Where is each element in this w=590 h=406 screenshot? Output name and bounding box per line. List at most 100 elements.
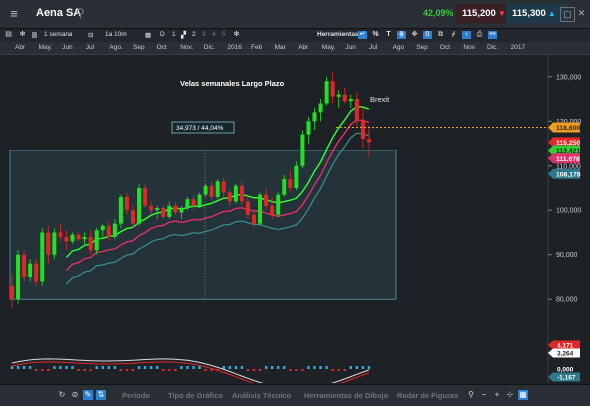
- percent-icon[interactable]: %: [371, 31, 380, 39]
- tab-analisis-tecnico[interactable]: Análisis Técnico: [232, 391, 291, 400]
- histogram-bar: [77, 369, 80, 371]
- clone-icon[interactable]: ⧉: [436, 31, 445, 39]
- settings-icon[interactable]: ✻: [232, 31, 241, 39]
- candle: [197, 192, 202, 209]
- indicator-tag-3: 0,000: [548, 364, 580, 374]
- chart-number-4[interactable]: 4: [212, 31, 216, 38]
- search-icon[interactable]: ⚲: [76, 6, 85, 20]
- histogram-bar: [246, 369, 250, 371]
- fit-icon[interactable]: ⊹: [505, 390, 515, 400]
- tab-tipo-grafico[interactable]: Tipo de Gráfico: [168, 391, 223, 400]
- indicator-tag-4: -1,167: [548, 372, 580, 382]
- bottom-bar: ↻ ⊘ ✎ ⇅ Período Tipo de Gráfico Análisis…: [0, 384, 590, 406]
- indicator-panel[interactable]: 4,1713,264 0,000-1,167: [0, 331, 590, 383]
- chart-number-5[interactable]: 5: [222, 31, 226, 38]
- histogram-bar: [301, 369, 304, 371]
- lock-icon[interactable]: ⊟: [88, 31, 93, 39]
- layout-icon[interactable]: ▤: [4, 31, 13, 39]
- indicator-tag-2: 3,264: [548, 348, 580, 358]
- print-icon[interactable]: ⎙: [475, 31, 484, 39]
- gear-icon[interactable]: ✻: [18, 31, 27, 39]
- calendar-icon[interactable]: ▦: [145, 31, 151, 39]
- indicator-tag-1: 4,171: [548, 340, 580, 350]
- histogram-bar: [325, 366, 328, 369]
- month-label: Abr: [15, 44, 26, 51]
- calendar-icon[interactable]: ▦: [518, 390, 528, 400]
- period-selector[interactable]: 1 semana: [44, 31, 73, 38]
- svg-text:108,178: 108,178: [556, 171, 581, 178]
- text-icon[interactable]: T: [384, 31, 393, 39]
- zoom-icon[interactable]: ⚲: [466, 390, 476, 400]
- month-label: 2016: [227, 44, 242, 51]
- buy-price: 115,300: [512, 8, 546, 19]
- chart-number-1[interactable]: 1: [172, 31, 176, 38]
- tab-herramientas-dibujo[interactable]: Herramientas de Dibujo: [304, 391, 388, 400]
- month-label: Oct: [156, 44, 167, 51]
- zero-icon[interactable]: 0: [423, 31, 432, 39]
- histogram-bar: [258, 369, 262, 371]
- histogram-bar: [83, 369, 86, 371]
- candle: [276, 192, 281, 217]
- histogram-bar: [283, 366, 286, 369]
- refresh-icon[interactable]: ↻: [57, 390, 67, 400]
- grid-icon[interactable]: ⋕: [397, 31, 406, 39]
- link-icon[interactable]: ‹: [462, 31, 471, 39]
- candle-type[interactable]: D: [160, 31, 165, 38]
- pencil-icon[interactable]: ✎: [83, 390, 93, 400]
- chart-number-2[interactable]: 2: [192, 31, 196, 38]
- measure-label: 34,973 / 44,04%: [176, 125, 224, 132]
- draw-icon[interactable]: ᚋ: [449, 31, 458, 39]
- tab-periodo[interactable]: Período: [122, 391, 150, 400]
- chart-layout-icon[interactable]: ▞: [181, 31, 186, 39]
- histogram-bar: [143, 366, 147, 369]
- candle: [300, 130, 305, 168]
- tools-label[interactable]: Herramientas: [317, 31, 359, 38]
- histogram-bar: [174, 369, 177, 371]
- sell-price: 115,200: [462, 8, 496, 19]
- histogram-bar: [95, 366, 98, 369]
- svg-text:3,264: 3,264: [557, 350, 574, 357]
- undo-icon[interactable]: ↵: [358, 31, 367, 39]
- histogram-bar: [162, 369, 165, 371]
- month-label: Nov: [463, 44, 475, 51]
- histogram-bar: [113, 366, 117, 369]
- histogram-bar: [313, 366, 316, 369]
- month-label: Sep: [416, 44, 428, 51]
- swap-icon[interactable]: ⇅: [96, 390, 106, 400]
- month-label: Feb: [251, 44, 263, 51]
- histogram-bar: [361, 366, 365, 369]
- histogram-bar: [101, 366, 104, 369]
- histogram-bar: [53, 366, 56, 369]
- histogram-bar: [156, 366, 159, 369]
- month-label: Abr: [298, 44, 309, 51]
- chart-toolbar: ▤ ✻ 1 semana ⊟ 1a 10m ▦ D 1 ▞ 2 3 4 5 ✻ …: [0, 29, 590, 42]
- buy-price-button[interactable]: 115,300 ▲: [506, 4, 568, 23]
- crosshair-icon[interactable]: ✥: [410, 31, 419, 39]
- change-percent: 42,09%: [423, 8, 454, 18]
- tab-radar-figuras[interactable]: Radar de Figuras: [397, 391, 458, 400]
- minus-icon[interactable]: −: [479, 390, 489, 400]
- calendar-small-icon: [32, 32, 37, 38]
- histogram-bar: [240, 366, 244, 369]
- plus-icon[interactable]: +: [492, 390, 502, 400]
- hamburger-icon[interactable]: ≡: [7, 7, 21, 21]
- histogram-bar: [180, 366, 183, 369]
- histogram-bar: [35, 369, 38, 371]
- range-selector[interactable]: 1a 10m: [105, 31, 127, 38]
- price-chart[interactable]: 130,000120,000110,000100,00090,00080,000…: [0, 55, 590, 330]
- chart-number-3[interactable]: 3: [202, 31, 206, 38]
- month-label: Jul: [85, 44, 95, 51]
- share-icon[interactable]: ⚯: [488, 31, 497, 39]
- restore-icon[interactable]: ▢: [560, 7, 575, 22]
- histogram-bar: [319, 366, 322, 369]
- close-icon[interactable]: ✕: [575, 7, 588, 20]
- histogram-bar: [222, 366, 225, 369]
- instrument-title: Aena SA: [36, 7, 82, 19]
- measure-box[interactable]: 34,973 / 44,04%: [171, 121, 235, 134]
- block-icon[interactable]: ⊘: [70, 390, 80, 400]
- histogram-bar: [343, 369, 346, 371]
- histogram-bar: [228, 366, 231, 369]
- histogram-bar: [125, 369, 129, 371]
- histogram-bar: [204, 369, 207, 371]
- histogram-bar: [210, 369, 213, 371]
